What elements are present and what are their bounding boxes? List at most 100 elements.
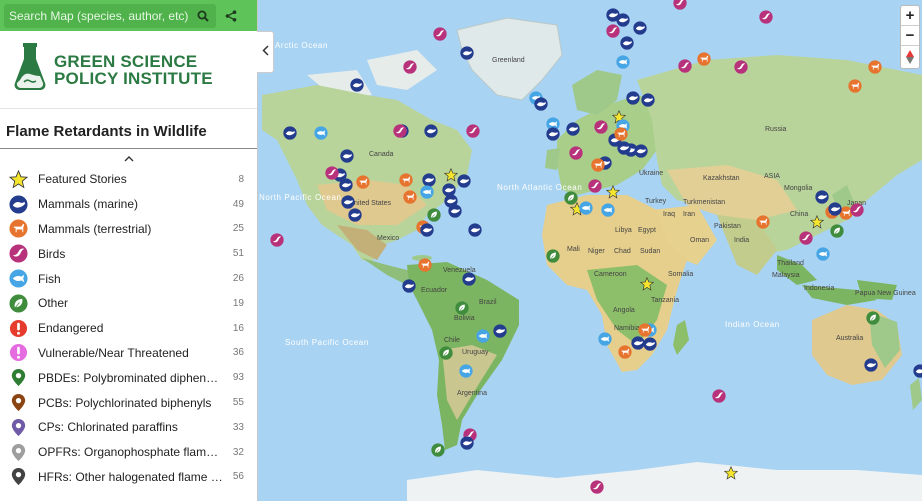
- map-marker-bird[interactable]: [678, 59, 692, 73]
- map-marker-whale[interactable]: [340, 149, 354, 163]
- legend-item[interactable]: Fish 26: [0, 266, 257, 291]
- map-marker-whale[interactable]: [422, 173, 436, 187]
- map-marker-whale[interactable]: [620, 36, 634, 50]
- map-marker-bird[interactable]: [569, 146, 583, 160]
- map-marker-deer[interactable]: [591, 158, 605, 172]
- map-marker-whale[interactable]: [424, 124, 438, 138]
- map-marker-fish[interactable]: [598, 332, 612, 346]
- map-marker-whale[interactable]: [616, 13, 630, 27]
- map-marker-whale[interactable]: [468, 223, 482, 237]
- map-marker-bird[interactable]: [594, 120, 608, 134]
- map-marker-whale[interactable]: [402, 279, 416, 293]
- map-marker-whale[interactable]: [633, 21, 647, 35]
- map-marker-bird[interactable]: [403, 60, 417, 74]
- map-marker-whale[interactable]: [634, 144, 648, 158]
- map-marker-leaf[interactable]: [830, 224, 844, 238]
- legend-item[interactable]: Featured Stories 8: [0, 167, 257, 192]
- map-marker-whale[interactable]: [460, 436, 474, 450]
- map-marker-fish[interactable]: [616, 55, 630, 69]
- map-marker-deer[interactable]: [418, 258, 432, 272]
- map-marker-bird[interactable]: [433, 27, 447, 41]
- legend-item[interactable]: Other 19: [0, 291, 257, 316]
- map-marker-fish[interactable]: [816, 247, 830, 261]
- map-marker-whale[interactable]: [442, 183, 456, 197]
- map-marker-bird[interactable]: [590, 480, 604, 494]
- map-marker-deer[interactable]: [868, 60, 882, 74]
- map-marker-whale[interactable]: [348, 208, 362, 222]
- map-marker-fish[interactable]: [579, 201, 593, 215]
- map-marker-deer[interactable]: [399, 173, 413, 187]
- map-marker-whale[interactable]: [617, 141, 631, 155]
- map-marker-fish[interactable]: [476, 329, 490, 343]
- map-marker-leaf[interactable]: [431, 443, 445, 457]
- collapse-sidebar-button[interactable]: [257, 31, 274, 73]
- legend-item[interactable]: OPFRs: Organophosphate flame retardants 3…: [0, 440, 257, 465]
- map-marker-whale[interactable]: [341, 195, 355, 209]
- map-marker-bird[interactable]: [588, 179, 602, 193]
- map-marker-whale[interactable]: [457, 174, 471, 188]
- search-input[interactable]: [4, 7, 191, 24]
- map-marker-whale[interactable]: [493, 324, 507, 338]
- legend-item[interactable]: CPs: Chlorinated paraffins 33: [0, 415, 257, 440]
- compass-icon[interactable]: [901, 45, 919, 68]
- map-marker-fish[interactable]: [420, 185, 434, 199]
- map-marker-bird[interactable]: [712, 389, 726, 403]
- map-marker-whale[interactable]: [566, 122, 580, 136]
- map-marker-bird[interactable]: [759, 10, 773, 24]
- chevron-up-icon[interactable]: [0, 149, 257, 167]
- map-marker-whale[interactable]: [448, 204, 462, 218]
- legend-item[interactable]: Vulnerable/Near Threatened 36: [0, 341, 257, 366]
- map-marker-deer[interactable]: [756, 215, 770, 229]
- map-marker-whale[interactable]: [815, 190, 829, 204]
- map-marker-leaf[interactable]: [546, 249, 560, 263]
- map-marker-deer[interactable]: [614, 127, 628, 141]
- map-marker-bird[interactable]: [393, 124, 407, 138]
- legend-item[interactable]: Endangered 16: [0, 316, 257, 341]
- map-marker-whale[interactable]: [460, 46, 474, 60]
- map-marker-leaf[interactable]: [455, 301, 469, 315]
- map-marker-bird[interactable]: [270, 233, 284, 247]
- map-marker-whale[interactable]: [339, 178, 353, 192]
- map-marker-whale[interactable]: [350, 78, 364, 92]
- map-marker-fish[interactable]: [601, 203, 615, 217]
- map-marker-deer[interactable]: [638, 323, 652, 337]
- map-marker-whale[interactable]: [283, 126, 297, 140]
- logo[interactable]: GREEN SCIENCE POLICY INSTITUTE: [0, 31, 257, 109]
- map-marker-leaf[interactable]: [866, 311, 880, 325]
- legend-item[interactable]: Mammals (marine) 49: [0, 192, 257, 217]
- map-marker-whale[interactable]: [626, 91, 640, 105]
- map-marker-leaf[interactable]: [564, 191, 578, 205]
- map-marker-whale[interactable]: [828, 202, 842, 216]
- map-marker-fish[interactable]: [459, 364, 473, 378]
- legend-item[interactable]: Mammals (terrestrial) 25: [0, 217, 257, 242]
- map-marker-deer[interactable]: [697, 52, 711, 66]
- map-marker-bird[interactable]: [325, 166, 339, 180]
- map-marker-leaf[interactable]: [439, 346, 453, 360]
- map-marker-bird[interactable]: [734, 60, 748, 74]
- map-marker-whale[interactable]: [420, 223, 434, 237]
- map-marker-deer[interactable]: [356, 175, 370, 189]
- map-marker-whale[interactable]: [864, 358, 878, 372]
- map-marker-whale[interactable]: [546, 127, 560, 141]
- map-marker-deer[interactable]: [618, 345, 632, 359]
- map-marker-whale[interactable]: [462, 272, 476, 286]
- share-icon[interactable]: [216, 0, 246, 31]
- map-marker-leaf[interactable]: [427, 208, 441, 222]
- zoom-out-button[interactable]: −: [901, 25, 919, 45]
- map-marker-whale[interactable]: [641, 93, 655, 107]
- legend-item[interactable]: PBDEs: Polybrominated diphenyl ethers 93: [0, 365, 257, 390]
- zoom-in-button[interactable]: +: [901, 6, 919, 25]
- search-icon[interactable]: [190, 4, 216, 28]
- map-canvas[interactable]: Greenland Canada United States Mexico Ve…: [257, 0, 922, 501]
- map-marker-bird[interactable]: [466, 124, 480, 138]
- map-marker-whale[interactable]: [643, 337, 657, 351]
- map-marker-bird[interactable]: [850, 203, 864, 217]
- map-marker-whale[interactable]: [534, 97, 548, 111]
- legend-item[interactable]: HFRs: Other halogenated flame retardants…: [0, 465, 257, 490]
- legend-item[interactable]: PCBs: Polychlorinated biphenyls 55: [0, 390, 257, 415]
- map-marker-bird[interactable]: [606, 24, 620, 38]
- map-marker-bird[interactable]: [799, 231, 813, 245]
- map-marker-whale[interactable]: [631, 336, 645, 350]
- map-marker-fish[interactable]: [314, 126, 328, 140]
- legend-item[interactable]: Birds 51: [0, 241, 257, 266]
